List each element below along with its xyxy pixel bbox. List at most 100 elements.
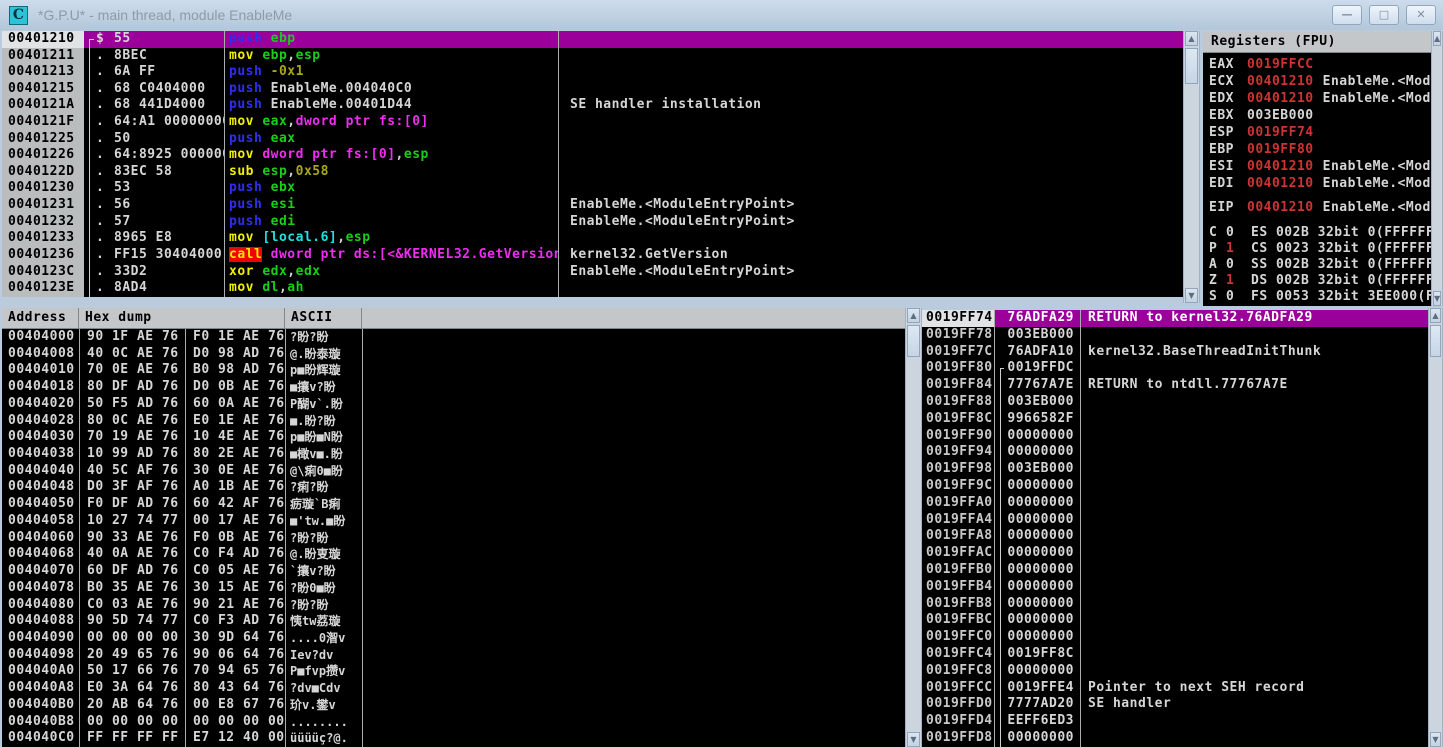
disasm-row[interactable]: 0040121F.64:A1 00000000mov eax,dword ptr…: [2, 114, 1183, 131]
hexdump-row[interactable]: 0040403810 99 AD 7680 2E AE 76■橄v■.盼: [2, 446, 905, 463]
hexdump-row[interactable]: 0040406090 33 AE 76F0 0B AE 76?盼?盼: [2, 530, 905, 547]
scroll-down-icon[interactable]: ▼: [1430, 732, 1441, 747]
hexdump-row[interactable]: 0040400840 0C AE 76D0 98 AD 76@.盼泰璇: [2, 346, 905, 363]
disasm-row[interactable]: 00401236.FF15 30404000call dword ptr ds:…: [2, 247, 1183, 264]
hexdump-row[interactable]: 0040402880 0C AE 76E0 1E AE 76■.盼?盼: [2, 413, 905, 430]
flag-row[interactable]: C0ES 002B 32bit 0(FFFFFF: [1209, 225, 1431, 241]
register-row[interactable]: ECX00401210EnableMe.<Modu: [1209, 73, 1431, 90]
minimize-button[interactable]: —: [1332, 5, 1362, 25]
stack-row[interactable]: 0019FF9000000000: [922, 428, 1428, 445]
scrollbar-thumb[interactable]: [907, 325, 920, 357]
disasm-row[interactable]: 00401226.64:8925 00000000mov dword ptr f…: [2, 147, 1183, 164]
hexdump-row[interactable]: 00404078B0 35 AE 7630 15 AE 76?盼0■盼: [2, 580, 905, 597]
hexdump-row[interactable]: 0040401880 DF AD 76D0 0B AE 76■攘v?盼: [2, 379, 905, 396]
register-row[interactable]: ESI00401210EnableMe.<Modu: [1209, 158, 1431, 175]
stack-row[interactable]: 0019FF7C76ADFA10kernel32.BaseThreadInitT…: [922, 344, 1428, 361]
hexdump-pane[interactable]: Address Hex dump ASCII 0040400090 1F AE …: [2, 308, 905, 747]
cpu-window-icon[interactable]: C: [9, 6, 28, 25]
hexdump-row[interactable]: 00404080C0 03 AE 7690 21 AE 76?盼?盼: [2, 597, 905, 614]
stack-row[interactable]: 0019FFB400000000: [922, 579, 1428, 596]
flag-row[interactable]: Z1DS 002B 32bit 0(FFFFFF: [1209, 273, 1431, 289]
scrollbar-thumb[interactable]: [1185, 48, 1198, 84]
scroll-up-icon[interactable]: ▲: [907, 308, 920, 323]
stack-row[interactable]: 0019FF9400000000: [922, 444, 1428, 461]
hexdump-row[interactable]: 0040401070 0E AE 76B0 98 AD 76p■盼辉璇: [2, 362, 905, 379]
stack-row[interactable]: 0019FF98003EB000: [922, 461, 1428, 478]
hexdump-row[interactable]: 00404050F0 DF AD 7660 42 AF 76疬璇`B痢: [2, 496, 905, 513]
registers-header[interactable]: Registers (FPU): [1203, 31, 1443, 53]
register-row[interactable]: EIP00401210EnableMe.<Modu: [1209, 199, 1431, 216]
disasm-row[interactable]: 0040121A.68 441D4000push EnableMe.00401D…: [2, 97, 1183, 114]
stack-scrollbar[interactable]: ▲ ▼: [1428, 308, 1443, 747]
disasm-row[interactable]: 00401233.8965 E8mov [local.6],esp: [2, 230, 1183, 247]
disasm-row[interactable]: 00401210$55push ebp: [2, 31, 1183, 48]
disasm-row[interactable]: 00401211.8BECmov ebp,esp: [2, 48, 1183, 65]
flag-row[interactable]: S0FS 0053 32bit 3EE000(F: [1209, 289, 1431, 305]
hexdump-row[interactable]: 0040403070 19 AE 7610 4E AE 76p■盼■N盼: [2, 429, 905, 446]
scroll-down-icon[interactable]: ▼: [1185, 288, 1198, 303]
stack-row[interactable]: 0019FF9C00000000: [922, 478, 1428, 495]
register-row[interactable]: EBP0019FF80: [1209, 141, 1431, 158]
hexdump-row[interactable]: 004040A050 17 66 7670 94 65 76P■fvp攒v: [2, 663, 905, 680]
stack-row[interactable]: 0019FF78003EB000: [922, 327, 1428, 344]
stack-row[interactable]: 0019FF8C9966582F: [922, 411, 1428, 428]
hexdump-row[interactable]: 0040409000 00 00 0030 9D 64 76....0潪v: [2, 630, 905, 647]
disasm-row[interactable]: 00401231.56push esiEnableMe.<ModuleEntry…: [2, 197, 1183, 214]
register-row[interactable]: EDI00401210EnableMe.<Modu: [1209, 175, 1431, 192]
hexdump-row[interactable]: 0040404040 5C AF 7630 0E AE 76@\痢0■盼: [2, 463, 905, 480]
stack-row[interactable]: 0019FFA000000000: [922, 495, 1428, 512]
stack-row[interactable]: 0019FF88003EB000: [922, 394, 1428, 411]
disasm-row[interactable]: 0040122D.83EC 58sub esp,0x58: [2, 164, 1183, 181]
disassembly-pane[interactable]: 00401210$55push ebp00401211.8BECmov ebp,…: [2, 31, 1183, 297]
disasm-row[interactable]: 00401230.53push ebx: [2, 180, 1183, 197]
disassembly-scrollbar[interactable]: ▲ ▼: [1183, 31, 1200, 303]
stack-row[interactable]: 0019FFB000000000: [922, 562, 1428, 579]
hexdump-row[interactable]: 0040405810 27 74 7700 17 AE 76■'tw.■盼: [2, 513, 905, 530]
stack-row[interactable]: 0019FFB800000000: [922, 596, 1428, 613]
stack-row[interactable]: 0019FF8477767A7ERETURN to ntdll.77767A7E: [922, 377, 1428, 394]
hexdump-row[interactable]: 004040A8E0 3A 64 7680 43 64 76?dv■Cdv: [2, 680, 905, 697]
scroll-up-icon[interactable]: ▲: [1185, 31, 1198, 46]
scrollbar-thumb[interactable]: [1430, 325, 1441, 357]
stack-row[interactable]: 0019FFD4EEFF6ED3: [922, 713, 1428, 730]
hexdump-row[interactable]: 004040C0FF FF FF FFE7 12 40 00üüüüç?@.: [2, 730, 905, 747]
stack-row[interactable]: 0019FFC800000000: [922, 663, 1428, 680]
disasm-row[interactable]: 00401225.50push eax: [2, 131, 1183, 148]
disasm-row[interactable]: 0040123C.33D2xor edx,edxEnableMe.<Module…: [2, 264, 1183, 281]
disasm-row[interactable]: 00401215.68 C0404000push EnableMe.004040…: [2, 81, 1183, 98]
flag-row[interactable]: A0SS 002B 32bit 0(FFFFFF: [1209, 257, 1431, 273]
stack-row[interactable]: 0019FFAC00000000: [922, 545, 1428, 562]
stack-row[interactable]: 0019FFC000000000: [922, 629, 1428, 646]
flag-row[interactable]: P1CS 0023 32bit 0(FFFFFF: [1209, 241, 1431, 257]
scroll-up-icon[interactable]: ▲: [1433, 31, 1441, 46]
hexdump-row[interactable]: 00404048D0 3F AF 76A0 1B AE 76?痢?盼: [2, 479, 905, 496]
register-row[interactable]: ESP0019FF74: [1209, 124, 1431, 141]
stack-row[interactable]: 0019FFCC0019FFE4Pointer to next SEH reco…: [922, 680, 1428, 697]
stack-row[interactable]: 0019FFA400000000: [922, 512, 1428, 529]
stack-row[interactable]: 0019FFD07777AD20SE handler: [922, 696, 1428, 713]
hexdump-row[interactable]: 0040402050 F5 AD 7660 0A AE 76P醐v`.盼: [2, 396, 905, 413]
disasm-row[interactable]: 0040123E.8AD4mov dl,ah: [2, 280, 1183, 297]
register-row[interactable]: EAX0019FFCC: [1209, 56, 1431, 73]
stack-row[interactable]: 0019FF800019FFDC: [922, 360, 1428, 377]
registers-scrollbar[interactable]: ▲ ▼: [1431, 31, 1443, 306]
scroll-up-icon[interactable]: ▲: [1430, 308, 1441, 323]
maximize-button[interactable]: □: [1369, 5, 1399, 25]
stack-row[interactable]: 0019FF7476ADFA29RETURN to kernel32.76ADF…: [922, 310, 1428, 327]
disasm-row[interactable]: 00401232.57push ediEnableMe.<ModuleEntry…: [2, 214, 1183, 231]
hexdump-row[interactable]: 0040408890 5D 74 77C0 F3 AD 76恞tw荔璇: [2, 613, 905, 630]
stack-row[interactable]: 0019FFD800000000: [922, 730, 1428, 747]
disasm-row[interactable]: 00401213.6A FFpush -0x1: [2, 64, 1183, 81]
hexdump-row[interactable]: 004040B020 AB 64 7600 E8 67 76 玠v.鐢v: [2, 697, 905, 714]
stack-row[interactable]: 0019FFA800000000: [922, 528, 1428, 545]
close-button[interactable]: ✕: [1406, 5, 1436, 25]
hexdump-row[interactable]: 0040406840 0A AE 76C0 F4 AD 76@.盼叓璇: [2, 546, 905, 563]
scroll-down-icon[interactable]: ▼: [907, 732, 920, 747]
hexdump-row[interactable]: 0040409820 49 65 7690 06 64 76 Iev?dv: [2, 647, 905, 664]
register-row[interactable]: EBX003EB000: [1209, 107, 1431, 124]
hexdump-scrollbar[interactable]: ▲ ▼: [905, 308, 922, 747]
hexdump-row[interactable]: 0040407060 DF AD 76C0 05 AE 76`攘v?盼: [2, 563, 905, 580]
scroll-down-icon[interactable]: ▼: [1433, 291, 1441, 306]
hexdump-row[interactable]: 004040B800 00 00 0000 00 00 00........: [2, 714, 905, 731]
stack-row[interactable]: 0019FFBC00000000: [922, 612, 1428, 629]
